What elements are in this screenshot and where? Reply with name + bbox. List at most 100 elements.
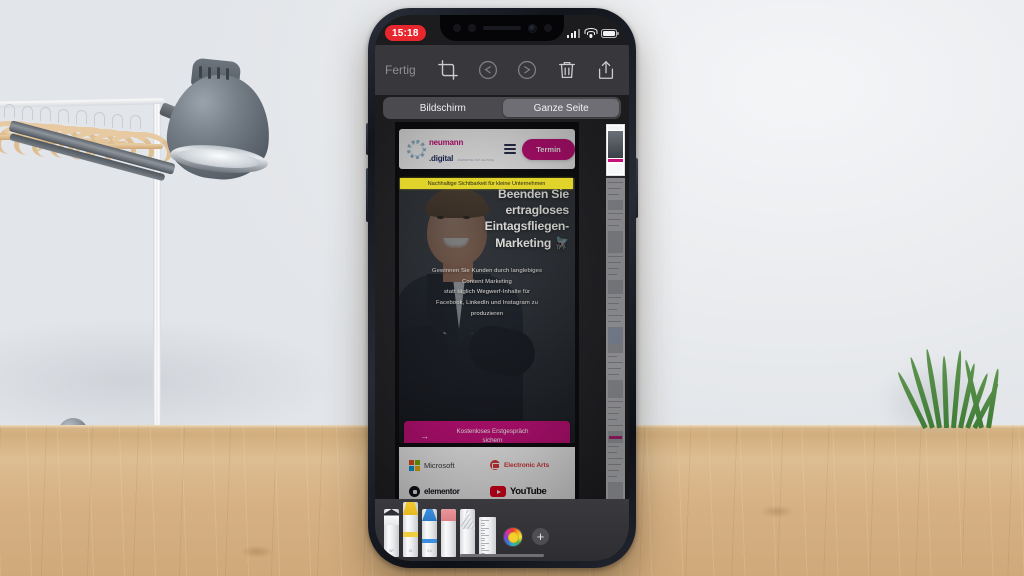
plant-blade — [941, 355, 949, 429]
preview-line — [608, 309, 617, 311]
hero-paragraph-line: statt täglich Wegwerf-Inhalte für — [443, 289, 531, 296]
battery-icon — [601, 28, 619, 38]
phone-screen: 15:18 Fertig Bildschirm Ganze Seite Been… — [375, 15, 629, 561]
thumb-header — [608, 126, 623, 130]
arrow-right-icon: → — [420, 430, 429, 441]
brand-elementor: elementor — [409, 486, 484, 498]
brand-label: Microsoft — [424, 460, 455, 470]
iphone-device: 15:18 Fertig Bildschirm Ganze Seite Been… — [366, 8, 638, 568]
hamburger-menu-icon[interactable] — [504, 144, 517, 154]
done-button[interactable]: Fertig — [385, 63, 431, 77]
trash-icon[interactable] — [556, 59, 578, 81]
preview-line — [608, 374, 619, 376]
status-time: 15:18 — [385, 25, 426, 41]
marker-band — [422, 539, 437, 543]
add-tool-button[interactable]: + — [532, 528, 549, 545]
preview-line — [608, 452, 617, 454]
highlight-annotation-text: Nachhaltige Sichtbarkeit für kleine Unte… — [427, 180, 546, 187]
screenshot-canvas[interactable]: Beenden Sie ertragloses Eintagsfliegen- … — [375, 120, 629, 561]
plant — [896, 348, 1015, 430]
markup-tool-tray[interactable]: BP 45 0.6 + — [375, 499, 629, 561]
table-knot — [240, 545, 274, 558]
wifi-icon — [584, 28, 597, 38]
preview-line — [608, 194, 619, 196]
brand-microsoft: Microsoft — [409, 459, 484, 471]
marker-tip-icon — [422, 509, 437, 521]
editor-tool-icons — [431, 59, 619, 81]
highlighter-tool[interactable]: 45 — [403, 502, 418, 557]
redo-icon[interactable] — [516, 59, 538, 81]
status-icons — [566, 28, 619, 38]
preview-line — [608, 274, 617, 276]
youtube-icon — [490, 486, 506, 498]
hero-heading: Beenden Sie ertragloses Eintagsfliegen- … — [405, 186, 570, 252]
marker-tool-label: 0.6 — [427, 549, 432, 553]
tab-bildschirm[interactable]: Bildschirm — [385, 99, 501, 118]
hero-cta-button[interactable]: → Kostenloses Erstgespräch sichern — [404, 421, 570, 443]
page-preview-current-thumb[interactable] — [606, 124, 625, 176]
fly-emoji-icon: 🪰 — [554, 235, 569, 250]
hero-paragraph-line: Gewinnen Sie Kunden durch langlebiges — [431, 267, 543, 274]
capture-mode-segmented-control[interactable]: Bildschirm Ganze Seite — [383, 97, 621, 119]
highlighter-tip-icon — [403, 502, 418, 515]
site-logo[interactable]: neumann .digital MARKETING MIT HALTUNG — [407, 133, 494, 165]
eraser-tip-icon — [441, 509, 456, 521]
preview-line — [608, 182, 623, 184]
preview-line — [608, 303, 619, 305]
brand-electronic-arts: Electronic Arts — [490, 460, 565, 471]
marker-tool[interactable]: 0.6 — [422, 509, 437, 557]
hero-heading-line: Eintagsfliegen- — [484, 219, 570, 234]
color-picker-button[interactable] — [504, 528, 522, 546]
crop-icon[interactable] — [437, 59, 459, 81]
preview-block — [608, 200, 623, 210]
preview-line — [608, 315, 623, 317]
status-bar: 15:18 — [375, 15, 629, 45]
brand-youtube: YouTube — [490, 486, 565, 498]
hero-heading-word: Marketing — [495, 235, 552, 250]
preview-line — [608, 262, 621, 264]
preview-cta-highlight — [609, 436, 622, 439]
elementor-icon — [409, 486, 420, 498]
page-preview-scrollbar[interactable] — [606, 124, 625, 559]
preview-line — [608, 297, 621, 299]
logo-ring-icon — [407, 139, 426, 159]
preview-image-block — [609, 328, 622, 344]
pen-tool-label: BP — [389, 549, 394, 553]
thumb-hero — [608, 131, 623, 158]
pen-tool[interactable]: BP — [384, 509, 399, 557]
cellular-signal-icon — [566, 28, 580, 38]
tab-ganze-seite[interactable]: Ganze Seite — [503, 98, 620, 118]
preview-line — [608, 256, 623, 258]
hero-paragraph-line: produzieren — [470, 311, 504, 318]
preview-line — [608, 225, 619, 227]
microsoft-icon — [409, 459, 420, 471]
preview-line — [608, 470, 619, 472]
lamp-vent — [217, 67, 220, 80]
pencil-tool[interactable] — [460, 509, 475, 557]
captured-webpage: Beenden Sie ertragloses Eintagsfliegen- … — [395, 122, 579, 561]
hero-cta-line2: sichern — [482, 437, 503, 443]
pencil-tip-icon — [460, 509, 475, 529]
preview-line — [608, 321, 621, 323]
home-indicator[interactable] — [460, 553, 544, 557]
preview-line — [608, 476, 617, 478]
preview-line — [608, 368, 621, 370]
lamp-vent — [226, 67, 229, 80]
hero-section: Beenden Sie ertragloses Eintagsfliegen- … — [399, 178, 575, 443]
eraser-tool[interactable] — [441, 509, 456, 557]
hero-cta-label: Kostenloses Erstgespräch sichern — [437, 427, 570, 443]
highlighter-band — [403, 532, 418, 537]
pen-tip-icon — [384, 509, 399, 525]
logo-tagline: MARKETING MIT HALTUNG — [457, 159, 495, 162]
screenshot-editor-toolbar: Fertig — [375, 45, 629, 95]
preview-line — [608, 413, 619, 415]
preview-line — [608, 458, 623, 460]
phone-power-button[interactable] — [636, 158, 638, 218]
undo-icon[interactable] — [477, 59, 499, 81]
ruler-tool[interactable] — [479, 517, 496, 557]
preview-line — [608, 419, 617, 421]
share-icon[interactable] — [595, 59, 617, 81]
termin-button[interactable]: Termin — [522, 138, 575, 160]
brand-label: elementor — [424, 487, 460, 497]
lamp-vent — [208, 66, 211, 79]
